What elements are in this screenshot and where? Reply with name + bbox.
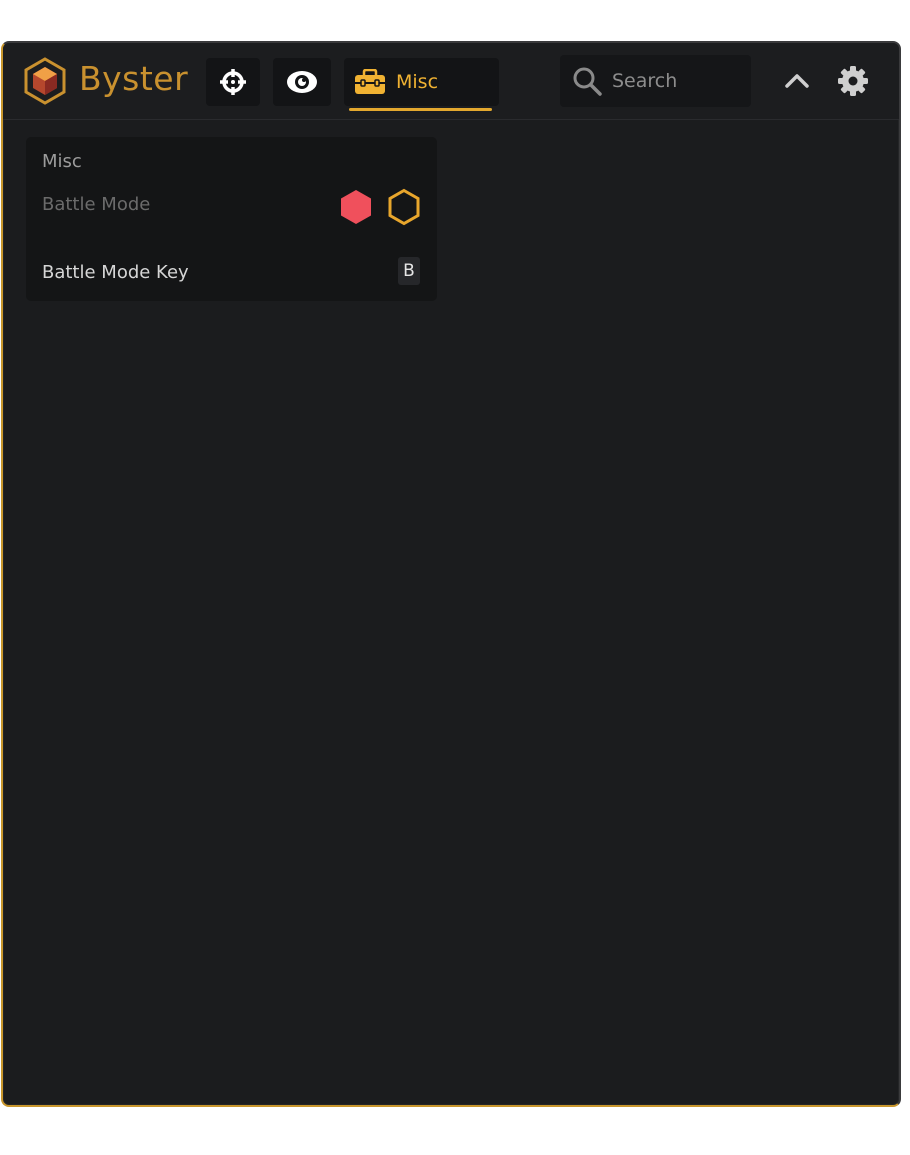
brand-name: Byster: [79, 59, 189, 98]
search-icon: [573, 67, 602, 96]
eye-icon: [287, 71, 317, 93]
battle-mode-key-label: Battle Mode Key: [42, 262, 189, 283]
panel-title: Misc: [42, 151, 82, 172]
crosshair-icon: [220, 69, 246, 95]
tab-misc[interactable]: Misc: [344, 58, 499, 106]
toolbox-icon: [355, 69, 385, 94]
search-input[interactable]: [610, 69, 734, 93]
hexagon-outline-icon[interactable]: [387, 188, 421, 226]
tab-misc-label: Misc: [396, 71, 439, 93]
battle-mode-label: Battle Mode: [42, 194, 151, 215]
active-tab-indicator: [349, 108, 492, 111]
title-bar: Byster Misc Search: [3, 43, 899, 120]
search-box[interactable]: [560, 55, 751, 107]
battle-mode-key-binding[interactable]: B: [398, 257, 420, 285]
gear-icon: [838, 66, 868, 96]
byster-logo-icon: [24, 57, 66, 105]
tab-aim[interactable]: [206, 58, 260, 106]
byster-window: Byster Misc Search Misc Battle Mode Batt…: [1, 41, 901, 1107]
misc-panel: Misc Battle Mode Battle Mode Key B: [26, 137, 437, 301]
chevron-up-icon: [785, 74, 809, 88]
tab-visuals[interactable]: [273, 58, 331, 106]
collapse-button[interactable]: [781, 65, 813, 97]
settings-button[interactable]: [835, 63, 871, 99]
hexagon-filled-icon[interactable]: [340, 189, 372, 225]
